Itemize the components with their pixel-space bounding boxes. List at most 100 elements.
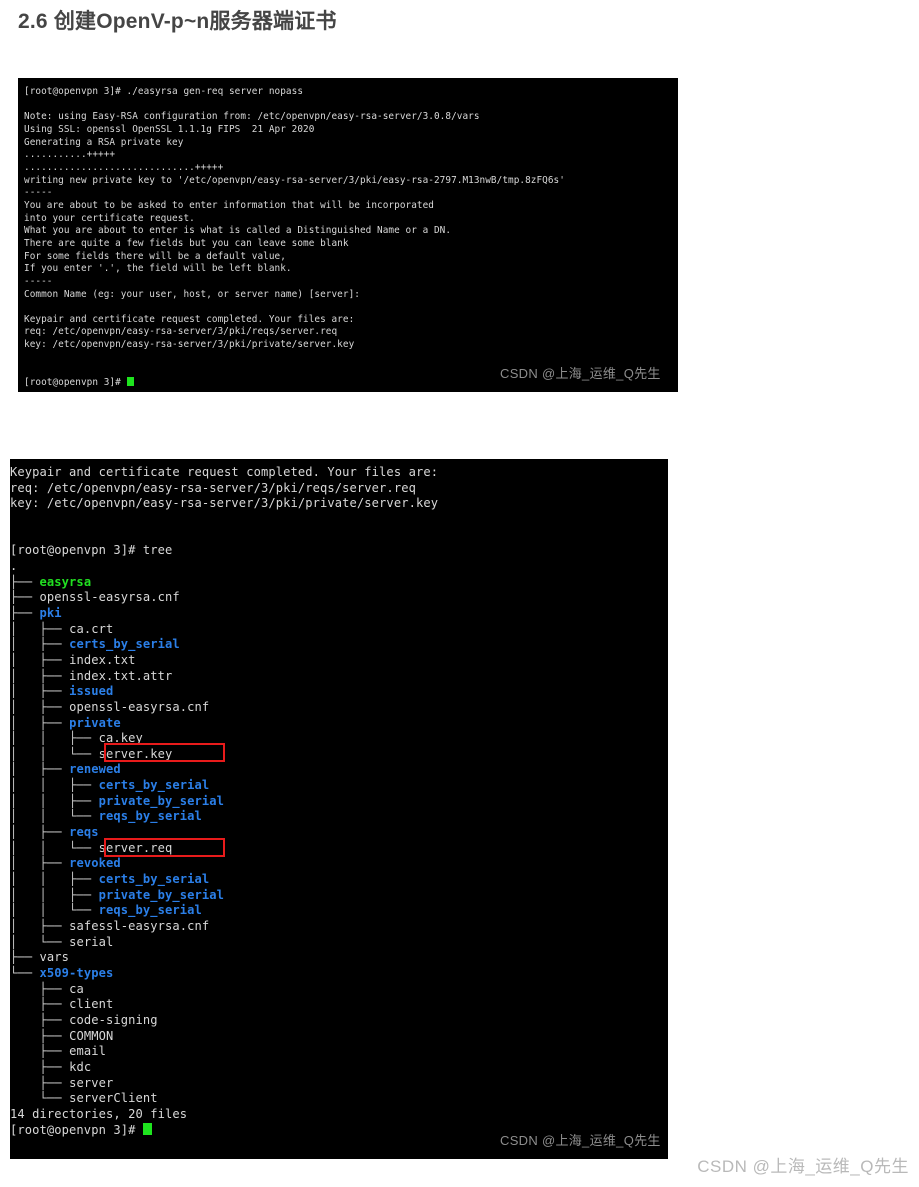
tree-entry: │ │ ├── certs_by_serial [10,778,668,794]
terminal-1-line-list: [root@openvpn 3]# ./easyrsa gen-req serv… [24,86,678,377]
terminal-line: Note: using Easy-RSA configuration from:… [24,111,480,123]
terminal-screenshot-gen-req: [root@openvpn 3]# ./easyrsa gen-req serv… [18,78,678,392]
terminal-2-final-prompt: [root@openvpn 3]# [10,1122,143,1137]
tree-branch-glyph: ├── [10,574,40,589]
tree-entry-name: COMMON [69,1028,114,1043]
terminal-line: [root@openvpn 3]# ./easyrsa gen-req serv… [24,86,304,97]
tree-branch-glyph: ├── [10,1059,70,1074]
tree-entry-name: ca.key [98,731,143,746]
tree-entry-name: reqs_by_serial [98,903,202,918]
tree-entry: │ ├── certs_by_serial [10,637,668,653]
tree-branch-glyph: │ │ ├── [10,778,99,793]
tree-entry: │ ├── index.txt [10,653,668,669]
tree-entry: ├── server [10,1076,668,1092]
tree-entry: │ ├── revoked [10,856,668,872]
tree-branch-glyph: │ ├── [10,621,70,636]
tree-branch-glyph: │ ├── [10,919,70,934]
terminal-line: Keypair and certificate request complete… [24,313,355,325]
tree-entry: │ ├── reqs [10,825,668,841]
tree-entry: ├── email [10,1044,668,1060]
terminal-line: There are quite a few fields but you can… [24,237,349,249]
page-title: 2.6 创建OpenV-p~n服务器端证书 [18,10,337,33]
tree-entry: │ ├── private [10,716,668,732]
tree-branch-glyph: │ │ └── [10,746,99,761]
tree-entry: ├── COMMON [10,1029,668,1045]
tree-entry: ├── ca [10,982,668,998]
terminal-line: req: /etc/openvpn/easy-rsa-server/3/pki/… [24,326,338,338]
tree-root: . [10,558,18,573]
tree-entry: ├── code-signing [10,1013,668,1029]
terminal-1-prompt: [root@openvpn 3]# [24,377,127,389]
tree-entry-name: x509-types [39,966,114,980]
tree-branch-glyph: │ │ └── [10,809,99,824]
tree-branch-glyph: │ ├── [10,637,70,652]
tree-entry-name: renewed [69,762,121,777]
terminal-line: ----- [24,275,53,287]
terminal-line: If you enter '.', the field will be left… [24,263,292,275]
tree-entry: │ ├── safessl-easyrsa.cnf [10,919,668,935]
tree-entry-name: server [69,1075,114,1090]
tree-branch-glyph: │ ├── [10,668,70,683]
tree-branch-glyph: ├── [10,981,70,996]
tree-entry: └── serverClient [10,1091,668,1107]
terminal-line: into your certificate request. [24,212,195,224]
terminal-line: Using SSL: openssl OpenSSL 1.1.1g FIPS 2… [24,123,315,135]
tree-branch-glyph: │ ├── [10,715,70,730]
tree-branch-glyph: ├── [10,950,40,965]
tree-branch-glyph: │ ├── [10,652,70,667]
tree-entry: │ ├── ca.crt [10,622,668,638]
terminal-2-header-lines: Keypair and certificate request complete… [10,465,668,543]
tree-entry-name: revoked [69,856,121,871]
terminal-2-prompt: [root@openvpn 3]# [10,543,143,558]
tree-entry-name: certs_by_serial [69,637,180,652]
tree-branch-glyph: │ │ └── [10,903,99,918]
terminal-line: req: /etc/openvpn/easy-rsa-server/3/pki/… [10,480,416,495]
terminal-screenshot-tree: Keypair and certificate request complete… [10,459,668,1159]
tree-summary: 14 directories, 20 files [10,1106,188,1121]
terminal-1-cursor [126,377,134,387]
tree-entry-name: email [69,1044,106,1059]
tree-entry: └── x509-types [10,966,668,982]
tree-branch-glyph: │ └── [10,934,70,949]
tree-entry: ├── pki [10,606,668,622]
terminal-1-output: [root@openvpn 3]# ./easyrsa gen-req serv… [18,78,678,390]
tree-entry: ├── client [10,997,668,1013]
tree-branch-glyph: └── [10,1091,70,1106]
terminal-line: Keypair and certificate request complete… [10,465,439,479]
tree-entry-name: certs_by_serial [98,778,210,793]
tree-entry: │ │ ├── certs_by_serial [10,872,668,888]
tree-entry: │ │ └── reqs_by_serial [10,903,668,919]
tree-entry-name: certs_by_serial [98,872,210,887]
tree-entry-name: ca.crt [69,621,114,636]
tree-entry-name: serial [69,934,114,949]
tree-branch-glyph: │ │ ├── [10,887,99,902]
tree-entry: │ ├── index.txt.attr [10,669,668,685]
terminal-line: ...........+++++ [24,149,116,161]
tree-entry-name: private [69,715,121,730]
tree-entry: ├── openssl-easyrsa.cnf [10,590,668,606]
tree-entry-name: reqs_by_serial [98,809,202,824]
terminal-line: ..............................+++++ [24,161,224,173]
tree-entry: │ │ ├── ca.key [10,731,668,747]
terminal-line: What you are about to enter is what is c… [24,225,452,237]
terminal-line: Common Name (eg: your user, host, or ser… [24,288,360,300]
tree-branch-glyph: │ │ ├── [10,872,99,887]
terminal-line: key: /etc/openvpn/easy-rsa-server/3/pki/… [10,496,439,511]
tree-branch-glyph: ├── [10,997,70,1012]
tree-entry: │ │ └── server.req [10,841,668,857]
tree-branch-glyph: │ ├── [10,699,70,714]
tree-entry: │ ├── renewed [10,762,668,778]
tree-entry-name-highlighted: server.req [98,840,173,855]
tree-entry: │ │ └── reqs_by_serial [10,809,668,825]
tree-branch-glyph: │ ├── [10,856,70,871]
terminal-1-watermark: CSDN @上海_运维_Q先生 [500,366,661,381]
tree-entry-name: ca [69,981,84,996]
terminal-2-command-line: [root@openvpn 3]# tree [10,543,668,559]
tree-branch-glyph: └── [10,966,40,980]
tree-entry: │ └── serial [10,935,668,951]
terminal-line: You are about to be asked to enter infor… [24,199,434,211]
